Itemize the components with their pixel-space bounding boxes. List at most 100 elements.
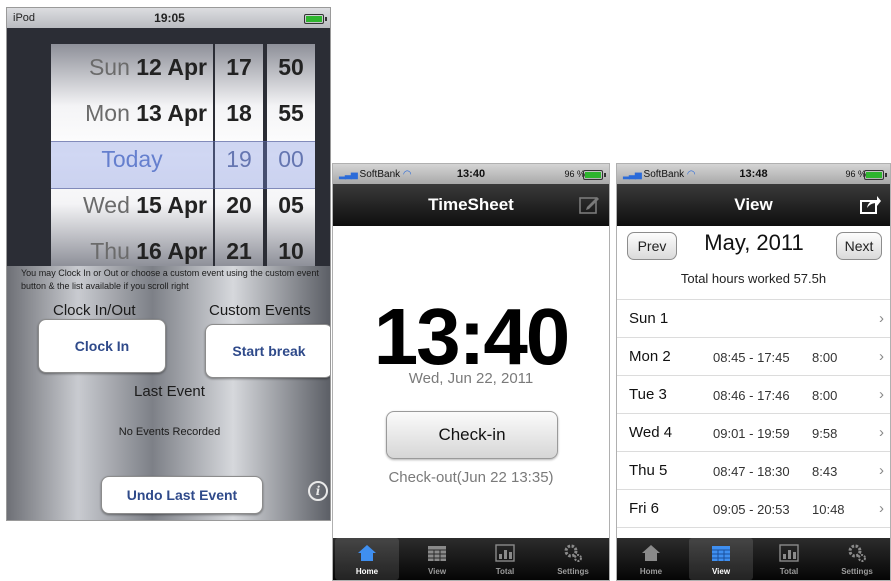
row-day: Wed 4 — [629, 424, 673, 441]
picker-selection-band — [51, 141, 315, 189]
undo-last-event-button[interactable]: Undo Last Event — [101, 476, 263, 514]
nav-title: TimeSheet — [428, 195, 514, 214]
tab-label: Home — [355, 567, 379, 576]
last-event-header: Last Event — [134, 383, 205, 400]
tab-label: View — [711, 567, 731, 576]
start-break-button[interactable]: Start break — [205, 324, 330, 378]
clock-in-out-header: Clock In/Out — [53, 302, 136, 319]
tab-view[interactable]: View — [689, 538, 753, 580]
check-in-button[interactable]: Check-in — [386, 411, 558, 459]
edit-icon[interactable] — [577, 194, 601, 216]
picker-hour-row[interactable]: 21 — [215, 228, 263, 266]
tab-total[interactable]: Total — [757, 538, 821, 580]
row-time-range: 08:45 - 17:45 — [713, 350, 790, 365]
picker-minute-row[interactable]: 10 — [267, 228, 315, 266]
date-time-picker[interactable]: Sun 12 Apr Mon 13 Apr Today Wed 15 Apr T… — [7, 28, 330, 266]
status-time: 19:05 — [154, 11, 185, 25]
battery-percent: 96 % — [564, 169, 585, 179]
row-duration: 8:00 — [812, 388, 838, 403]
nav-bar: View — [617, 184, 890, 226]
battery-icon — [583, 170, 606, 180]
row-time-range: 09:01 - 19:59 — [713, 426, 790, 441]
row-time-range: 08:46 - 17:46 — [713, 388, 790, 403]
battery-icon — [864, 170, 887, 180]
last-checkout-text: Check-out(Jun 22 13:35) — [388, 469, 554, 486]
chevron-right-icon: › — [879, 348, 884, 365]
nav-title: View — [734, 195, 773, 214]
chevron-right-icon: › — [879, 462, 884, 479]
nav-bar: TimeSheet — [333, 184, 609, 226]
tab-label: Total — [779, 567, 799, 576]
tab-label: View — [427, 567, 447, 576]
home-icon — [642, 545, 660, 561]
picker-date-row[interactable]: Mon 13 Apr — [51, 90, 213, 136]
timesheet-screen: ▂▃▅ SoftBank ◠ 13:40 96 % TimeSheet 13:4… — [332, 163, 610, 581]
row-time-range: 09:05 - 20:53 — [713, 502, 790, 517]
chevron-right-icon: › — [879, 386, 884, 403]
tab-home[interactable]: Home — [619, 538, 683, 580]
tab-label: Total — [495, 567, 515, 576]
row-day: Mon 2 — [629, 348, 671, 365]
instructions-text: You may Clock In or Out or choose a cust… — [21, 268, 319, 291]
view-screen: ▂▃▅ SoftBank ◠ 13:48 96 % View Prev May,… — [616, 163, 891, 581]
battery-icon — [304, 14, 327, 24]
status-bar: iPod 19:05 — [7, 8, 330, 28]
row-duration: 9:58 — [812, 426, 838, 441]
gear-icon — [564, 544, 582, 562]
gear-icon — [848, 544, 866, 562]
chevron-right-icon: › — [879, 424, 884, 441]
chevron-right-icon: › — [879, 500, 884, 517]
tab-total[interactable]: Total — [473, 538, 537, 580]
custom-events-header: Custom Events — [209, 302, 311, 319]
list-item[interactable]: Mon 2 08:45 - 17:45 8:00 › — [617, 337, 890, 376]
row-duration: 8:43 — [812, 464, 838, 479]
calendar-icon — [712, 546, 730, 561]
picker-minute-row[interactable]: 55 — [267, 90, 315, 136]
export-icon[interactable] — [858, 194, 882, 216]
list-item[interactable]: Thu 5 08:47 - 18:30 8:43 › — [617, 451, 890, 490]
status-bar: ▂▃▅ SoftBank ◠ 13:48 96 % — [617, 164, 890, 184]
clock-in-button[interactable]: Clock In — [38, 319, 166, 373]
picker-date-row[interactable]: Thu 16 Apr — [51, 228, 213, 266]
picker-date-row[interactable]: Sun 12 Apr — [51, 44, 213, 90]
row-day: Thu 5 — [629, 462, 668, 479]
current-time: 13:40 — [373, 292, 571, 381]
tab-settings[interactable]: Settings — [541, 538, 605, 580]
info-icon[interactable]: i — [308, 481, 328, 501]
row-duration: 8:00 — [812, 350, 838, 365]
row-time-range: 08:47 - 18:30 — [713, 464, 790, 479]
tab-bar: Home View Total Settings — [617, 538, 890, 580]
row-day: Fri 6 — [629, 500, 659, 517]
tab-settings[interactable]: Settings — [825, 538, 889, 580]
ipod-screen: iPod 19:05 Sun 12 Apr Mon 13 Apr Today W… — [6, 7, 331, 521]
calendar-icon — [428, 546, 446, 561]
home-icon — [358, 545, 376, 561]
tab-label: Settings — [557, 567, 589, 576]
list-item[interactable]: Sun 1 › — [617, 299, 890, 338]
current-date: Wed, Jun 22, 2011 — [408, 370, 534, 387]
status-bar: ▂▃▅ SoftBank ◠ 13:40 96 % — [333, 164, 609, 184]
tab-view[interactable]: View — [405, 538, 469, 580]
tab-label: Home — [639, 567, 663, 576]
prev-month-button[interactable]: Prev — [627, 232, 677, 260]
row-day: Sun 1 — [629, 310, 669, 327]
row-day: Tue 3 — [629, 386, 667, 403]
picker-minute-row[interactable]: 50 — [267, 44, 315, 90]
picker-hour-row[interactable]: 18 — [215, 90, 263, 136]
picker-hour-row[interactable]: 17 — [215, 44, 263, 90]
total-hours: Total hours worked 57.5h — [680, 271, 827, 286]
last-event-value: No Events Recorded — [118, 426, 221, 438]
list-item[interactable]: Fri 6 09:05 - 20:53 10:48 › — [617, 489, 890, 528]
chart-icon — [779, 544, 799, 562]
chart-icon — [495, 544, 515, 562]
tab-label: Settings — [841, 567, 873, 576]
battery-percent: 96 % — [845, 169, 866, 179]
list-item[interactable]: Tue 3 08:46 - 17:46 8:00 › — [617, 375, 890, 414]
month-title: May, 2011 — [704, 230, 804, 255]
row-duration: 10:48 — [812, 502, 845, 517]
chevron-right-icon: › — [879, 310, 884, 327]
tab-home[interactable]: Home — [335, 538, 399, 580]
tab-bar: Home View Total Settings — [333, 538, 609, 580]
next-month-button[interactable]: Next — [836, 232, 882, 260]
list-item[interactable]: Wed 4 09:01 - 19:59 9:58 › — [617, 413, 890, 452]
